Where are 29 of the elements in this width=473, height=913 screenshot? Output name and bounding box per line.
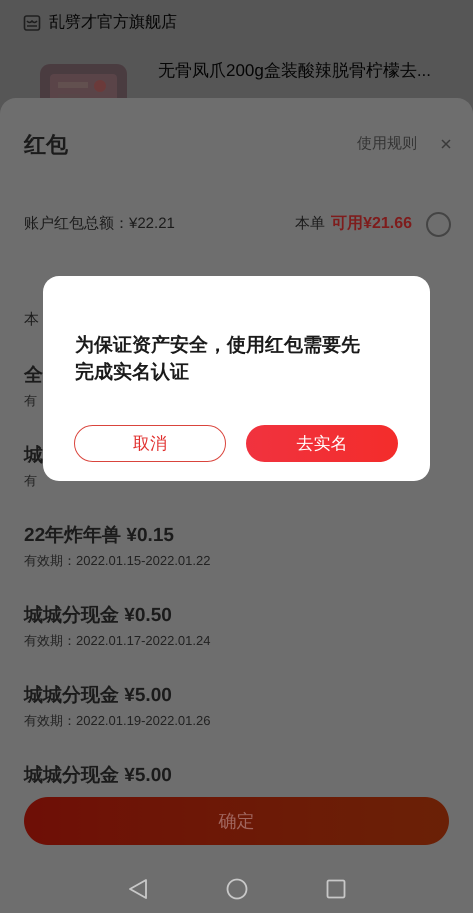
validity-date: 有效期：2022.01.19-2022.01.26: [24, 712, 210, 730]
store-name[interactable]: 乱劈才官方旗舰店: [49, 11, 177, 35]
cancel-button[interactable]: 取消: [74, 425, 226, 462]
confirm-button[interactable]: 确定: [24, 797, 449, 845]
balance-label: 账户红包总额：¥22.21: [24, 214, 175, 234]
recents-icon[interactable]: [326, 879, 346, 899]
packet-title: 城城分现金 ¥5.00: [24, 684, 172, 708]
packet-title: 22年炸年兽 ¥0.15: [24, 524, 174, 548]
validity-date: 有效期：2022.01.17-2022.01.24: [24, 632, 210, 650]
home-icon[interactable]: [226, 878, 248, 900]
packet-title: 全: [24, 364, 43, 388]
back-icon[interactable]: [128, 878, 148, 900]
order-label: 本单: [295, 214, 326, 234]
validity-date: 有效期：2022.01.15-2022.01.22: [24, 552, 210, 570]
dialog-message: 为保证资产安全，使用红包需要先完成实名认证: [75, 334, 361, 385]
radio-button[interactable]: [426, 212, 451, 236]
validity-date: 有: [24, 472, 37, 490]
verify-button[interactable]: 去实名: [246, 425, 398, 462]
rules-link[interactable]: 使用规则: [357, 132, 417, 156]
store-icon: [23, 14, 41, 32]
product-title[interactable]: 无骨凤爪200g盒装酸辣脱骨柠檬去...: [158, 58, 431, 98]
available-amount: 可用¥21.66: [331, 214, 412, 234]
sheet-title: 红包: [24, 130, 68, 158]
packet-title: 城城分现金 ¥0.50: [24, 604, 172, 628]
packet-title: 城: [24, 444, 43, 468]
packet-title: 城城分现金 ¥5.00: [24, 764, 172, 788]
validity-date: 有: [24, 392, 37, 410]
section-label: 本: [24, 310, 39, 330]
close-icon: [440, 138, 452, 150]
